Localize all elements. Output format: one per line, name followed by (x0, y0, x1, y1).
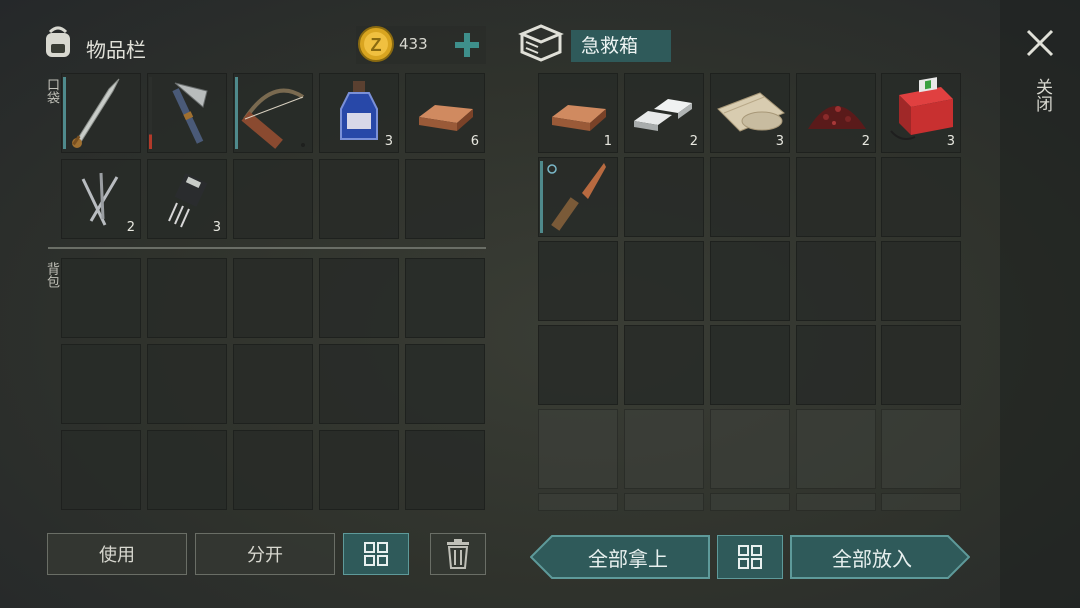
container-slot[interactable] (881, 325, 961, 405)
container-slot[interactable] (881, 157, 961, 237)
container-slot[interactable] (796, 157, 876, 237)
container-slot[interactable] (710, 409, 790, 489)
sort-button[interactable] (343, 533, 409, 575)
container-slot[interactable] (538, 157, 618, 237)
container-slot[interactable] (710, 493, 790, 511)
knife-icon (547, 163, 606, 231)
item-count: 3 (384, 134, 393, 149)
container-slot[interactable] (710, 157, 790, 237)
inventory-title: 物品栏 (86, 38, 146, 62)
backpack-slot[interactable] (319, 258, 399, 338)
container-slot[interactable] (710, 241, 790, 321)
backpack-slot[interactable] (61, 430, 141, 510)
crossbow-icon (241, 88, 305, 149)
backpack-icon (40, 24, 76, 64)
container-slot[interactable] (624, 241, 704, 321)
container-slot[interactable] (624, 409, 704, 489)
backpack-slot[interactable] (319, 344, 399, 424)
plus-icon (455, 33, 479, 57)
coin-count: 433 (399, 35, 428, 53)
trash-button[interactable] (430, 533, 486, 575)
split-button[interactable]: 分开 (195, 533, 335, 575)
backpack-slot[interactable] (147, 258, 227, 338)
inventory-slot[interactable] (147, 73, 227, 153)
coin-icon: Z (358, 26, 394, 62)
backpack-slot[interactable] (319, 430, 399, 510)
backpack-slot[interactable] (61, 344, 141, 424)
backpack-label: 背包 (44, 262, 59, 288)
backpack-slot[interactable] (233, 430, 313, 510)
container-slot[interactable]: 2 (624, 73, 704, 153)
container-slot[interactable] (624, 157, 704, 237)
add-coins-button[interactable] (452, 30, 482, 60)
container-title: 急救箱 (571, 30, 671, 62)
put-all-label: 全部放入 (832, 546, 912, 571)
container-slot[interactable] (538, 409, 618, 489)
backpack-slot[interactable] (61, 258, 141, 338)
backpack-slot[interactable] (147, 344, 227, 424)
item-count: 1 (603, 134, 612, 149)
section-divider (48, 247, 486, 249)
container-slot[interactable] (538, 325, 618, 405)
backpack-slot[interactable] (233, 258, 313, 338)
container-slot[interactable]: 2 (796, 73, 876, 153)
item-count: 2 (861, 134, 870, 149)
take-all-label: 全部拿上 (588, 546, 668, 571)
inventory-slot[interactable] (61, 73, 141, 153)
inventory-slot[interactable]: 3 (147, 159, 227, 239)
container-slot[interactable] (624, 493, 704, 511)
close-panel[interactable]: 关闭 (1000, 0, 1080, 608)
backpack-slot[interactable] (405, 344, 485, 424)
close-label: 关闭 (1032, 78, 1052, 112)
item-count: 6 (470, 134, 479, 149)
container-sort-button[interactable] (717, 535, 783, 579)
item-count: 3 (946, 134, 955, 149)
container-slot[interactable] (881, 493, 961, 511)
container-slot[interactable] (796, 241, 876, 321)
inventory-slot[interactable] (233, 73, 313, 153)
container-slot[interactable] (538, 493, 618, 511)
container-slot[interactable] (796, 325, 876, 405)
inventory-slot[interactable]: 6 (405, 73, 485, 153)
backpack-slot[interactable] (405, 258, 485, 338)
take-all-button[interactable]: 全部拿上 (530, 535, 710, 579)
sword-icon (72, 78, 120, 148)
container-slot[interactable] (796, 493, 876, 511)
inventory-slot[interactable]: 3 (319, 73, 399, 153)
use-button[interactable]: 使用 (47, 533, 187, 575)
container-slot[interactable] (538, 241, 618, 321)
container-slot[interactable]: 1 (538, 73, 618, 153)
container-slot[interactable] (710, 325, 790, 405)
put-all-button[interactable]: 全部放入 (790, 535, 970, 579)
container-slot[interactable] (624, 325, 704, 405)
item-count: 3 (212, 220, 221, 235)
container-slot[interactable] (881, 241, 961, 321)
inventory-slot[interactable] (405, 159, 485, 239)
svg-text:Z: Z (371, 35, 382, 55)
container-slot[interactable] (796, 409, 876, 489)
item-count: 3 (775, 134, 784, 149)
container-box-icon (518, 22, 564, 68)
container-slot[interactable]: 3 (881, 73, 961, 153)
backpack-slot[interactable] (147, 430, 227, 510)
item-count: 2 (126, 220, 135, 235)
hatchet-icon (172, 82, 208, 144)
backpack-slot[interactable] (233, 344, 313, 424)
coin-balance: Z 433 (356, 26, 486, 64)
item-count: 2 (689, 134, 698, 149)
grid-sort-icon (738, 545, 762, 569)
inventory-slot[interactable]: 2 (61, 159, 141, 239)
backpack-slot[interactable] (405, 430, 485, 510)
inventory-slot[interactable] (319, 159, 399, 239)
container-slot[interactable] (881, 409, 961, 489)
trash-icon (447, 539, 469, 569)
container-slot[interactable]: 3 (710, 73, 790, 153)
close-icon (1026, 29, 1054, 57)
pockets-label: 口袋 (44, 78, 59, 104)
inventory-slot[interactable] (233, 159, 313, 239)
grid-sort-icon (364, 542, 388, 566)
